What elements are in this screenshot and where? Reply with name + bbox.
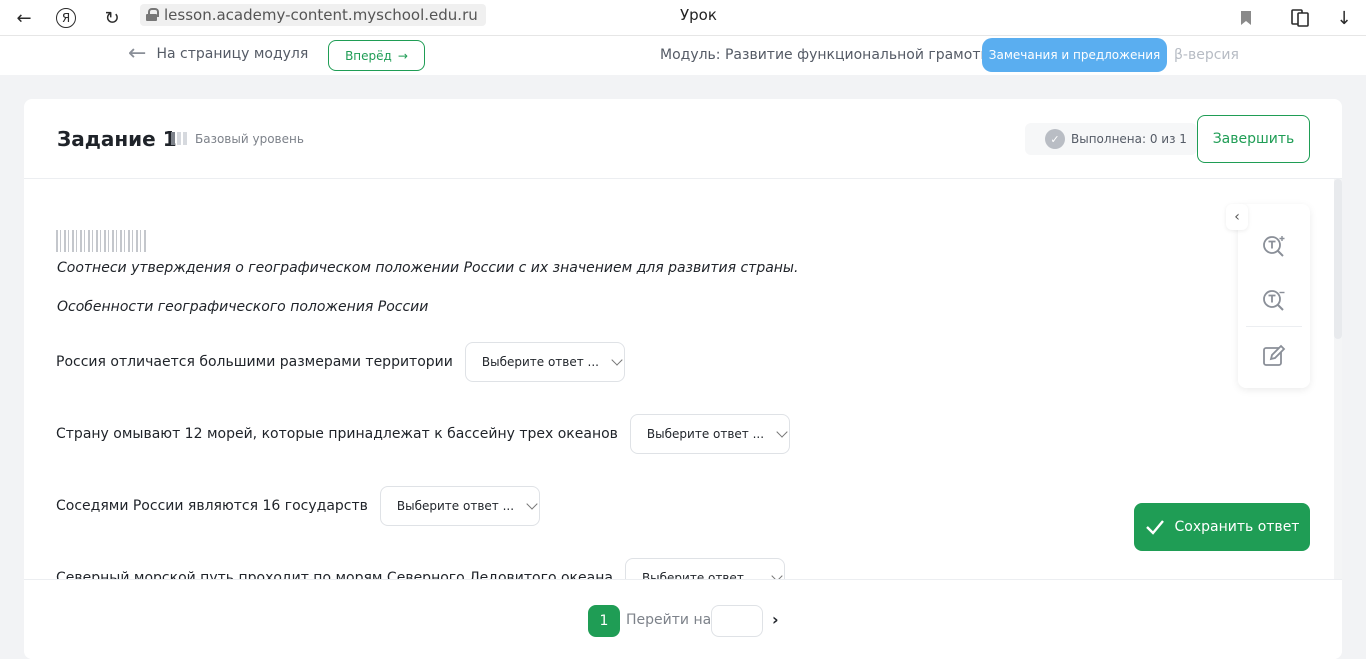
chevron-down-icon (611, 354, 623, 366)
question-text: Северный морской путь проходит по морям … (56, 570, 613, 579)
feedback-button[interactable]: Замечания и предложения (982, 38, 1167, 72)
task-content: Соотнеси утверждения о географическом по… (24, 180, 1324, 579)
answer-select[interactable]: Выберите ответ ... (629, 414, 790, 454)
reload-icon[interactable]: ↻ (100, 6, 124, 30)
beta-label: β-версия (1174, 47, 1239, 63)
chevron-down-icon (526, 498, 538, 510)
task-title: Задание 1 (57, 127, 177, 151)
question-row: Соседями России являются 16 государств В… (56, 486, 540, 526)
answer-select[interactable]: Выберите ответ ... (379, 486, 540, 526)
checkmark-icon (1145, 520, 1164, 535)
task-instruction: Соотнеси утверждения о географическом по… (57, 260, 799, 276)
section-title: Особенности географического положения Ро… (57, 299, 429, 315)
page-title: Урок (680, 6, 717, 24)
question-text: Страну омывают 12 морей, которые принадл… (56, 426, 618, 442)
question-row: Северный морской путь проходит по морям … (56, 558, 785, 579)
collapse-tools-chevron-icon[interactable]: ‹ (1226, 204, 1248, 230)
yandex-icon[interactable]: Я (56, 8, 76, 28)
question-row: Россия отличается большими размерами тер… (56, 342, 625, 382)
edit-note-icon[interactable] (1260, 342, 1288, 370)
chevron-down-icon (776, 426, 788, 438)
reader-icon[interactable] (1288, 6, 1312, 30)
completion-badge: ✓ Выполнена: 0 из 1 (1025, 123, 1197, 155)
save-answer-button[interactable]: Сохранить ответ (1134, 503, 1310, 551)
finish-button[interactable]: Завершить (1197, 115, 1310, 163)
select-placeholder: Выберите ответ ... (646, 427, 765, 441)
level-indicator-icon (171, 132, 187, 145)
url-text: lesson.academy-content.myschool.edu.ru (164, 6, 478, 24)
back-to-module-label: На страницу модуля (156, 46, 309, 62)
lesson-nav: ← На страницу модуля Вперёд → Модуль: Ра… (0, 36, 1366, 75)
select-placeholder: Выберите ответ ... (641, 571, 760, 579)
save-answer-label: Сохранить ответ (1174, 519, 1300, 535)
forward-label: Вперёд (345, 48, 392, 63)
page-number-button[interactable]: 1 (588, 605, 620, 637)
goto-page-input[interactable] (711, 605, 763, 637)
answer-select[interactable]: Выберите ответ ... (464, 342, 625, 382)
arrow-left-icon: ← (128, 41, 147, 66)
tools-panel (1238, 204, 1310, 388)
task-card: Задание 1 Базовый уровень ✓ Выполнена: 0… (24, 99, 1342, 659)
check-icon: ✓ (1045, 129, 1065, 149)
browser-toolbar: ← Я ↻ lesson.academy-content.myschool.ed… (0, 0, 1366, 36)
task-header: Задание 1 Базовый уровень ✓ Выполнена: 0… (24, 99, 1342, 179)
question-row: Страну омывают 12 морей, которые принадл… (56, 414, 790, 454)
back-arrow-icon[interactable]: ← (12, 6, 36, 30)
question-text: Соседями России являются 16 государств (56, 498, 368, 514)
scrollbar-thumb[interactable] (1334, 179, 1342, 339)
download-icon[interactable]: ↓ (1332, 6, 1356, 30)
module-title: Модуль: Развитие функциональной грамотно… (660, 47, 1024, 63)
url-bar[interactable]: lesson.academy-content.myschool.edu.ru (140, 4, 486, 26)
answer-select[interactable]: Выберите ответ ... (624, 558, 785, 579)
barcode-icon (56, 230, 146, 252)
zoom-out-text-icon[interactable] (1260, 286, 1288, 314)
goto-label: Перейти на (626, 612, 712, 628)
lock-icon (146, 8, 159, 21)
tools-divider (1246, 326, 1302, 327)
zoom-in-text-icon[interactable] (1260, 232, 1288, 260)
bookmark-icon[interactable] (1234, 6, 1258, 30)
arrow-right-icon: → (397, 48, 408, 63)
forward-button[interactable]: Вперёд → (328, 40, 425, 71)
question-text: Россия отличается большими размерами тер… (56, 354, 453, 370)
select-placeholder: Выберите ответ ... (396, 499, 515, 513)
back-to-module-link[interactable]: ← На страницу модуля (128, 41, 309, 66)
chevron-down-icon (771, 570, 783, 579)
completion-label: Выполнена: 0 из 1 (1071, 132, 1187, 146)
pagination: 1 Перейти на › (24, 579, 1342, 659)
level-label: Базовый уровень (195, 132, 304, 146)
next-page-icon[interactable]: › (772, 610, 779, 629)
select-placeholder: Выберите ответ ... (481, 355, 599, 369)
